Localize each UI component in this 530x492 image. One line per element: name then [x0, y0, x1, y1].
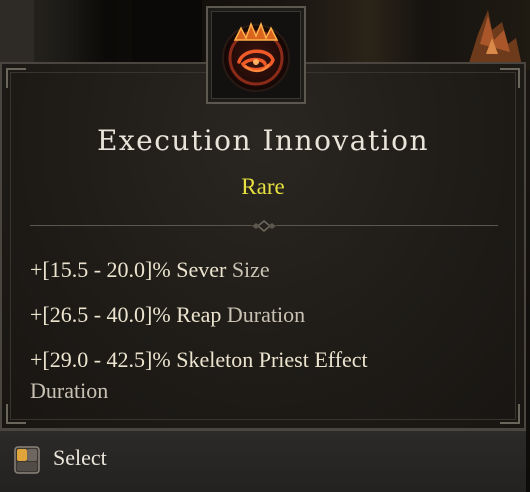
panel-corner-ornament: [6, 404, 26, 424]
affix-line: +[26.5 - 40.0]% Reap Duration: [30, 299, 500, 330]
affix-skill: Sever: [176, 257, 227, 282]
panel-corner-ornament: [500, 68, 520, 88]
divider-diamond-ornament: [252, 220, 276, 232]
background-demon-horn-icon: [468, 10, 522, 66]
affix-line: +[15.5 - 20.0]% Sever Size: [30, 254, 500, 285]
spiked-ring-aspect-icon: [222, 21, 290, 92]
background-shadow: [132, 0, 202, 70]
select-action-bar[interactable]: Select: [0, 430, 526, 492]
affix-value: +[15.5 - 20.0]%: [30, 257, 171, 282]
mouse-click-icon: [14, 446, 40, 474]
affix-skill: Reap: [176, 302, 222, 327]
affix-value: +[26.5 - 40.0]%: [30, 302, 171, 327]
item-tooltip-scene: Execution Innovation Rare +[15.5 - 20.0]…: [0, 0, 530, 492]
panel-corner-ornament: [500, 404, 520, 424]
background-pillar: [0, 0, 34, 70]
affix-list: +[15.5 - 20.0]% Sever Size +[26.5 - 40.0…: [30, 254, 500, 420]
item-icon-frame: [206, 6, 306, 104]
affix-value: +[29.0 - 42.5]%: [30, 347, 171, 372]
panel-corner-ornament: [6, 68, 26, 88]
affix-line: +[29.0 - 42.5]% Skeleton Priest Effect D…: [30, 344, 430, 406]
affix-stat: Size: [231, 257, 270, 282]
item-rarity: Rare: [241, 174, 285, 199]
select-button-label[interactable]: Select: [53, 445, 107, 471]
affix-stat: Duration: [226, 302, 306, 327]
section-divider: [30, 220, 498, 232]
affix-stat: Duration: [30, 378, 109, 403]
affix-skill: Skeleton Priest Effect: [176, 347, 368, 372]
item-name: Execution Innovation: [96, 124, 430, 157]
